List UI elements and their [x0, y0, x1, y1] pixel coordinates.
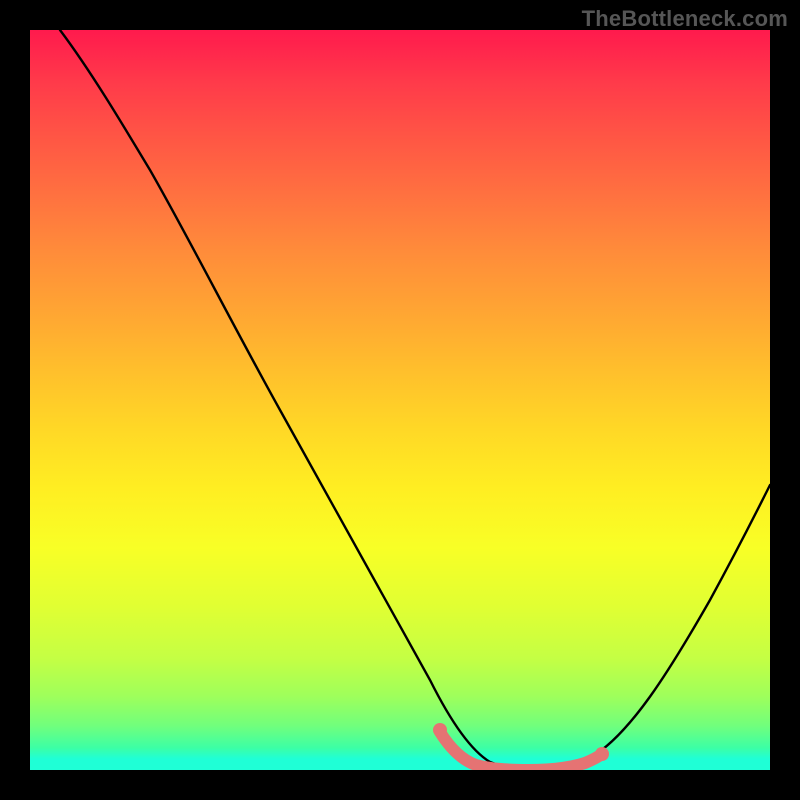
highlight-dot-start [433, 723, 447, 737]
bottleneck-curve [60, 30, 770, 768]
highlight-dot-end [595, 747, 609, 761]
watermark-text: TheBottleneck.com [582, 6, 788, 32]
chart-svg [30, 30, 770, 770]
plot-area [30, 30, 770, 770]
